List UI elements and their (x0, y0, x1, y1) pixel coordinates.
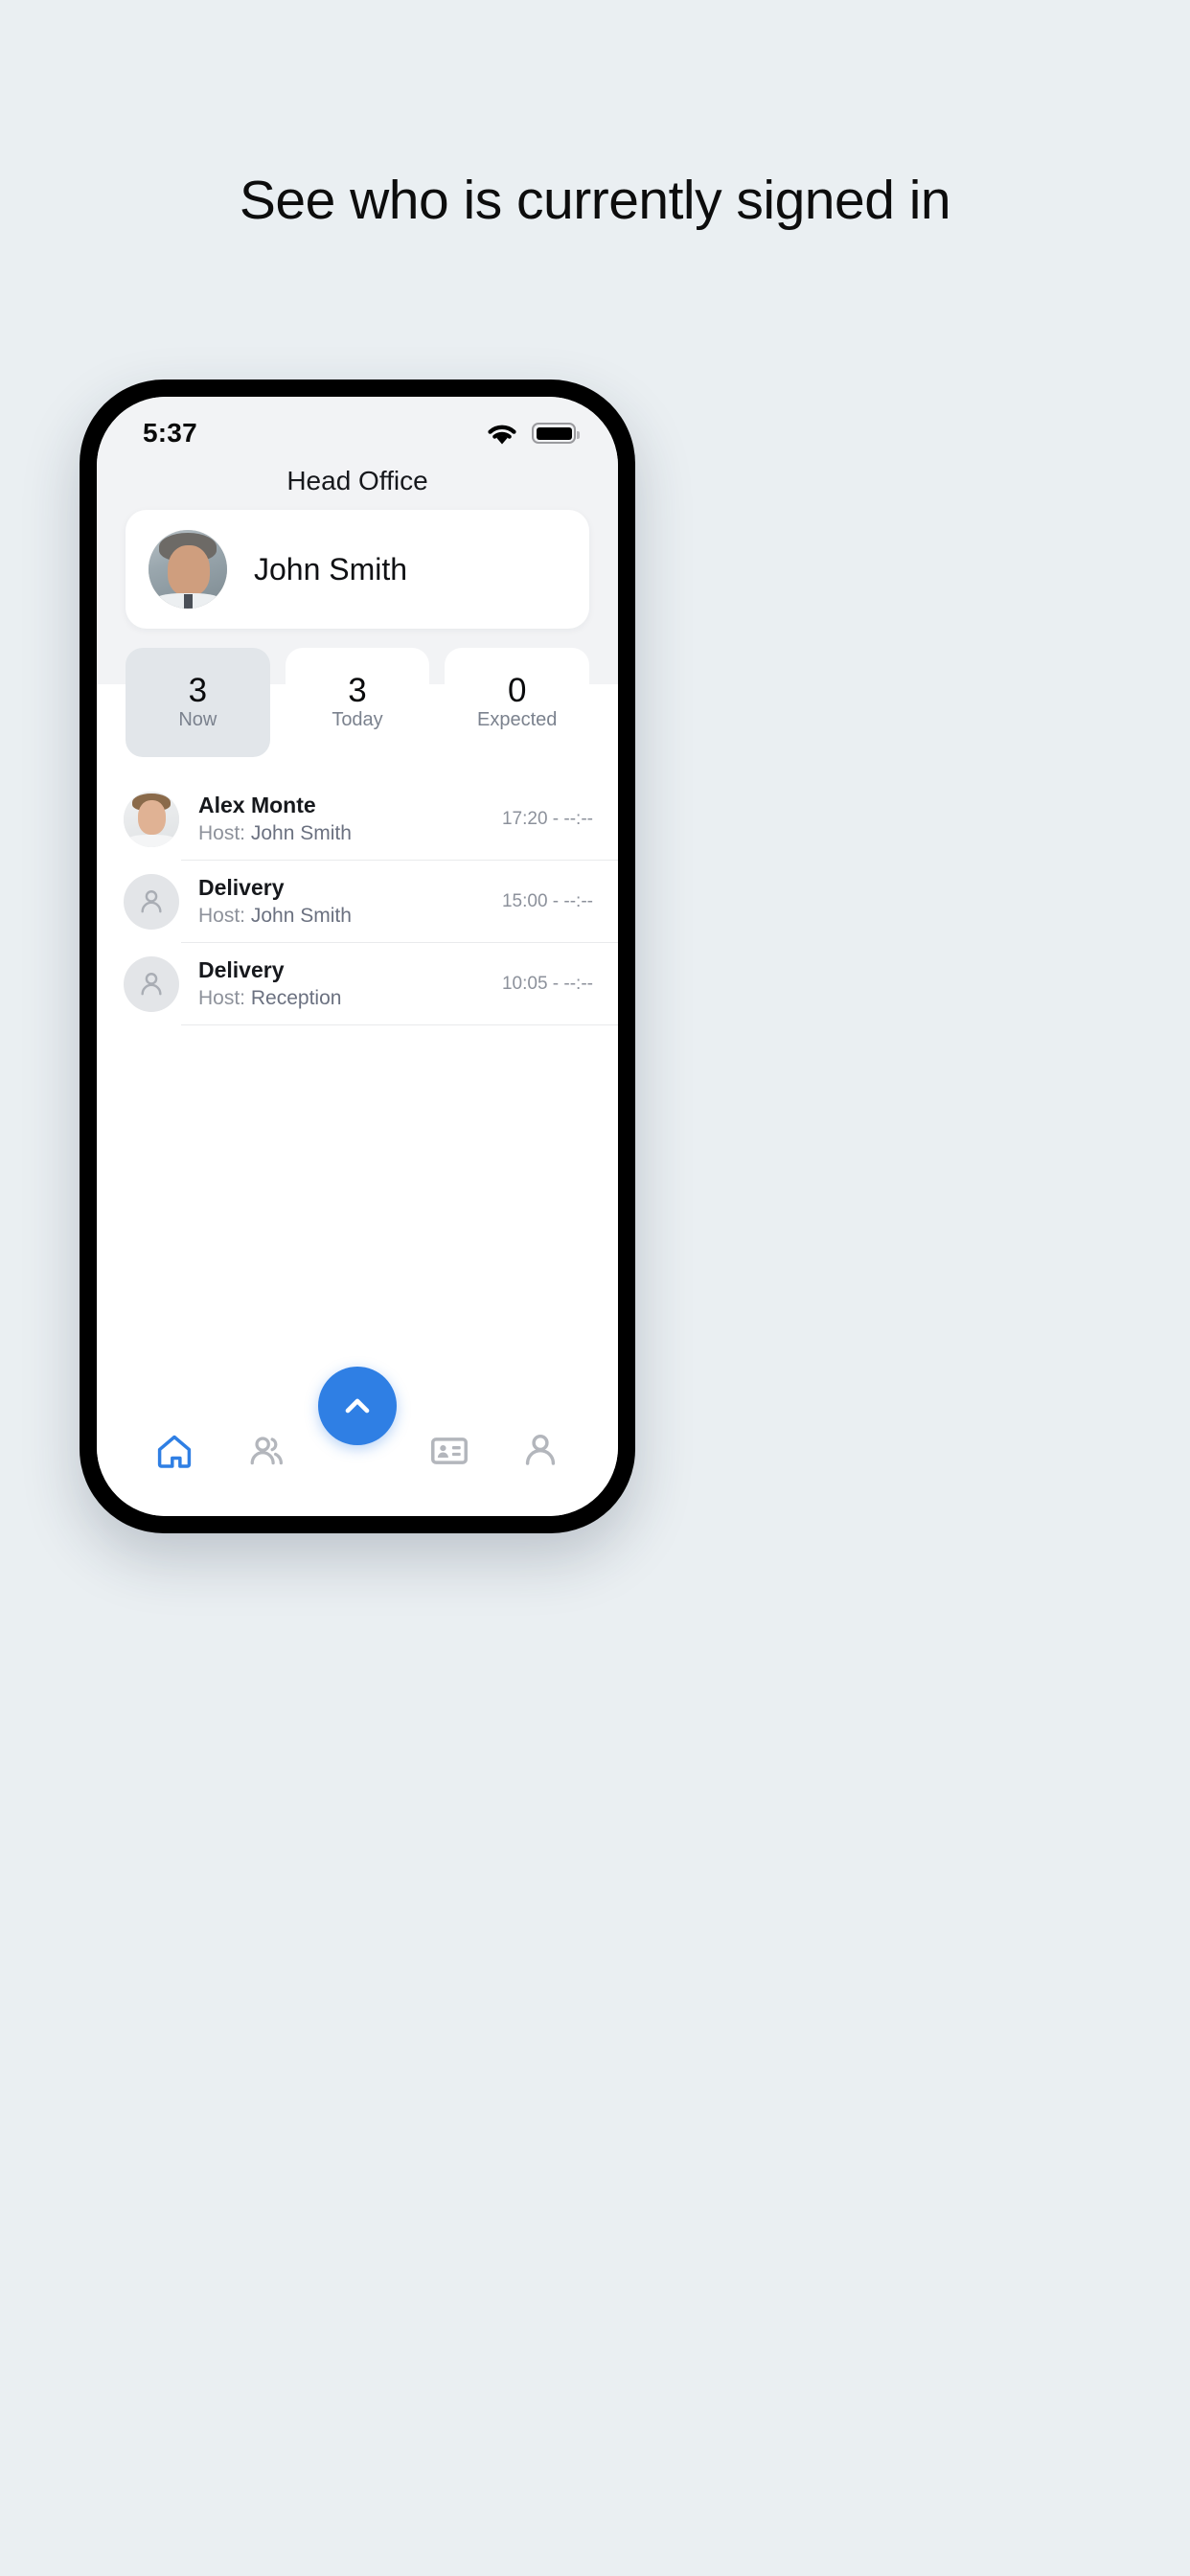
profile-name: John Smith (254, 551, 408, 586)
chevron-up-icon (345, 1398, 370, 1414)
nav-item-profile[interactable] (505, 1418, 576, 1484)
id-card-icon (430, 1438, 468, 1464)
person-icon (141, 890, 162, 913)
list-item-host: Host: Reception (198, 985, 502, 1011)
phone-screen: 5:37 Head Office John Smith 3 Now 3 Toda… (97, 397, 618, 1516)
wifi-icon (488, 425, 516, 444)
stat-value: 3 (348, 672, 367, 709)
list-item[interactable]: Delivery Host: John Smith 15:00 - --:-- (97, 861, 618, 943)
fab-sign-in-button[interactable] (318, 1367, 397, 1445)
nav-item-home[interactable] (139, 1418, 210, 1484)
page-title: Head Office (286, 466, 428, 495)
battery-full-icon (532, 423, 580, 444)
list-item-text: Delivery Host: Reception (198, 957, 502, 1011)
status-bar-icons (486, 422, 580, 446)
list-item-time: 17:20 - --:-- (501, 809, 593, 829)
phone-mockup: 5:37 Head Office John Smith 3 Now 3 Toda… (80, 380, 635, 1533)
list-item-host: Host: John Smith (198, 820, 502, 846)
host-name: John Smith (250, 904, 352, 927)
stats-row: 3 Now 3 Today 0 Expected (126, 648, 590, 757)
people-icon (250, 1437, 283, 1465)
list-item[interactable]: Delivery Host: Reception 10:05 - --:-- (97, 943, 618, 1025)
status-bar: 5:37 (97, 397, 618, 456)
avatar (149, 530, 227, 609)
host-name: Reception (250, 986, 342, 1009)
placeholder-person-avatar (124, 874, 179, 930)
stat-card-today[interactable]: 3 Today (285, 648, 430, 757)
profile-card[interactable]: John Smith (126, 510, 589, 629)
stat-label: Now (178, 709, 217, 730)
stat-card-expected[interactable]: 0 Expected (445, 648, 590, 757)
stat-card-now[interactable]: 3 Now (126, 648, 270, 757)
list-item-time: 10:05 - --:-- (501, 974, 593, 994)
host-prefix: Host: (198, 821, 246, 844)
stat-value: 3 (188, 672, 208, 709)
placeholder-person-avatar (124, 956, 179, 1012)
list-item-name: Alex Monte (198, 792, 316, 817)
avatar (124, 792, 179, 847)
status-bar-time: 5:37 (143, 418, 197, 448)
host-prefix: Host: (198, 904, 246, 927)
list-item-text: Alex Monte Host: John Smith (198, 793, 502, 846)
nav-item-people[interactable] (231, 1418, 302, 1484)
signed-in-list: Alex Monte Host: John Smith 17:20 - --:-… (97, 772, 618, 1386)
page-headline: See who is currently signed in (239, 170, 951, 231)
list-item-text: Delivery Host: John Smith (198, 875, 502, 929)
stat-label: Expected (476, 709, 558, 730)
person-icon (525, 1434, 556, 1465)
list-item-host: Host: John Smith (198, 903, 502, 929)
list-item-name: Delivery (198, 874, 285, 900)
list-item-name: Delivery (198, 956, 285, 982)
stat-label: Today (332, 709, 383, 730)
host-prefix: Host: (198, 986, 246, 1009)
list-item[interactable]: Alex Monte Host: John Smith 17:20 - --:-… (97, 778, 618, 861)
host-name: John Smith (250, 821, 352, 844)
home-icon (157, 1435, 192, 1468)
person-icon (141, 973, 162, 996)
nav-item-id-card[interactable] (414, 1418, 485, 1484)
stat-value: 0 (507, 672, 527, 709)
list-item-time: 15:00 - --:-- (501, 891, 593, 911)
